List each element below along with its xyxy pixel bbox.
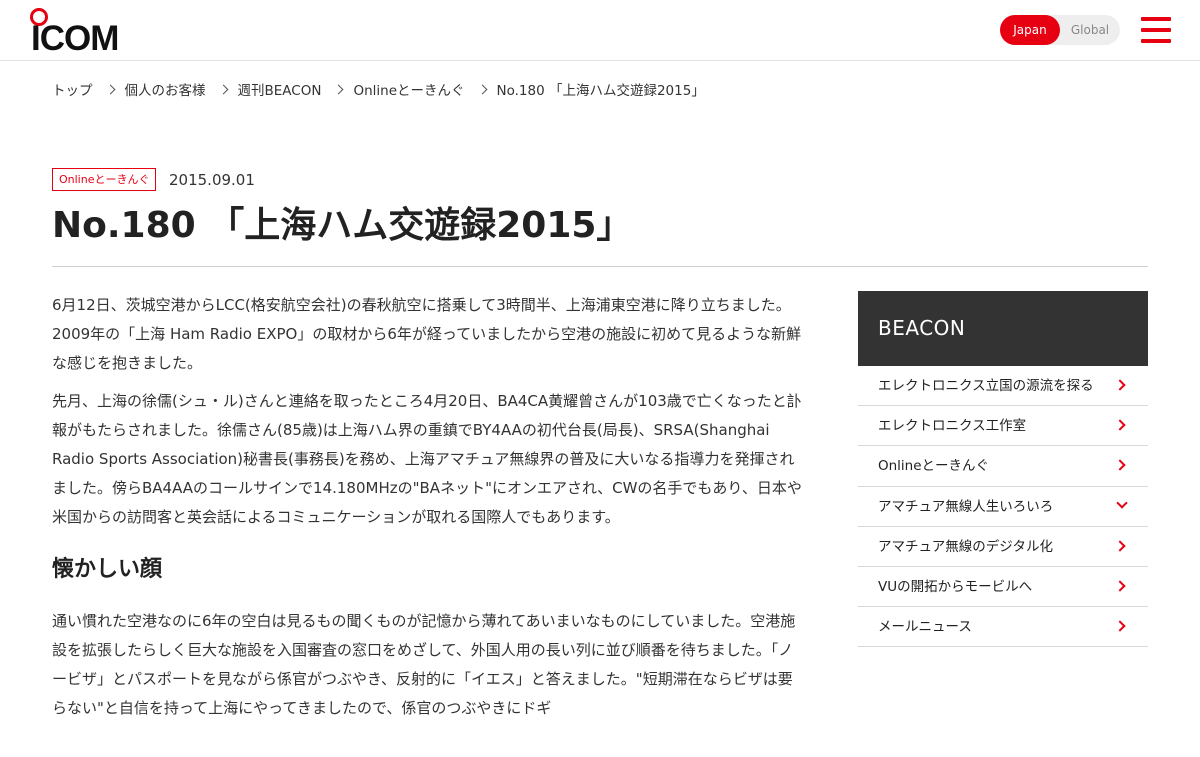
lang-global-button[interactable]: Global — [1060, 15, 1120, 45]
section-heading: 懐かしい顔 — [52, 557, 163, 583]
page-title: No.180 「上海ハム交遊録2015」 — [52, 205, 633, 246]
sidebar-item-electronics-workshop[interactable]: エレクトロニクス工作室 — [858, 406, 1148, 447]
sidebar-item-mail-news[interactable]: メールニュース — [858, 607, 1148, 648]
sidebar-item-label: メールニュース — [878, 619, 972, 636]
article-paragraph-1: 6月12日、茨城空港からLCC(格安航空会社)の春秋航空に搭乗して3時間半、上海… — [52, 296, 802, 372]
chevron-right-icon — [334, 84, 344, 94]
chevron-right-icon — [1114, 540, 1126, 552]
sidebar: BEACON エレクトロニクス立国の源流を探る エレクトロニクス工作室 Onli… — [858, 291, 1148, 648]
sidebar-heading: BEACON — [858, 291, 1148, 366]
breadcrumb: トップ 個人のお客様 週刊BEACON Onlineとーきんぐ No.180 「… — [52, 79, 705, 99]
chevron-right-icon — [218, 84, 228, 94]
chevron-right-icon — [105, 84, 115, 94]
site-header: ICOM Japan Global — [0, 0, 1200, 61]
sidebar-item-label: エレクトロニクス立国の源流を探る — [878, 378, 1094, 394]
breadcrumb-beacon[interactable]: 週刊BEACON — [238, 79, 322, 99]
breadcrumb-online-talking[interactable]: Onlineとーきんぐ — [353, 79, 464, 99]
sidebar-item-label: アマチュア無線のデジタル化 — [878, 538, 1053, 555]
breadcrumb-top[interactable]: トップ — [52, 79, 93, 99]
sidebar-item-label: Onlineとーきんぐ — [878, 458, 990, 475]
article-body: 6月12日、茨城空港からLCC(格安航空会社)の春秋航空に搭乗して3時間半、上海… — [52, 291, 802, 733]
article-date: 2015.09.01 — [169, 171, 255, 189]
sidebar-item-digitalization[interactable]: アマチュア無線のデジタル化 — [858, 527, 1148, 567]
chevron-right-icon — [1114, 419, 1126, 431]
breadcrumb-current: No.180 「上海ハム交遊録2015」 — [496, 83, 705, 99]
category-tag[interactable]: Onlineとーきんぐ — [52, 168, 157, 191]
sidebar-item-label: VUの開拓からモービルへ — [878, 578, 1033, 595]
chevron-right-icon — [1114, 620, 1126, 632]
chevron-right-icon — [477, 84, 487, 94]
chevron-down-icon — [1116, 496, 1128, 509]
chevron-right-icon — [1114, 379, 1126, 391]
article-paragraph-3: 通い慣れた空港なのに6年の空白は見るもの聞くものが記憶から薄れてあいまいなものに… — [52, 612, 796, 717]
sidebar-item-label: アマチュア無線人生いろいろ — [878, 498, 1054, 515]
chevron-right-icon — [1114, 580, 1126, 592]
article-paragraph-2: 先月、上海の徐儒(シュ・ル)さんと連絡を取ったところ4月20日、BA4CA黄耀曾… — [52, 392, 802, 526]
sidebar-item-ham-life[interactable]: アマチュア無線人生いろいろ — [858, 487, 1148, 527]
logo-text: ICOM — [31, 19, 119, 58]
title-divider — [52, 266, 1148, 267]
chevron-right-icon — [1114, 459, 1126, 472]
sidebar-item-electronics-origin[interactable]: エレクトロニクス立国の源流を探る — [858, 366, 1148, 407]
lang-japan-button[interactable]: Japan — [1000, 15, 1060, 45]
sidebar-item-vu-mobile[interactable]: VUの開拓からモービルへ — [858, 567, 1148, 608]
sidebar-item-label: エレクトロニクス工作室 — [878, 418, 1027, 435]
hamburger-menu-icon[interactable] — [1141, 17, 1171, 43]
sidebar-item-online-talking[interactable]: Onlineとーきんぐ — [858, 446, 1148, 487]
icom-logo[interactable]: ICOM — [30, 8, 122, 57]
language-switch: Japan Global — [1000, 15, 1120, 45]
breadcrumb-personal[interactable]: 個人のお客様 — [125, 79, 206, 99]
